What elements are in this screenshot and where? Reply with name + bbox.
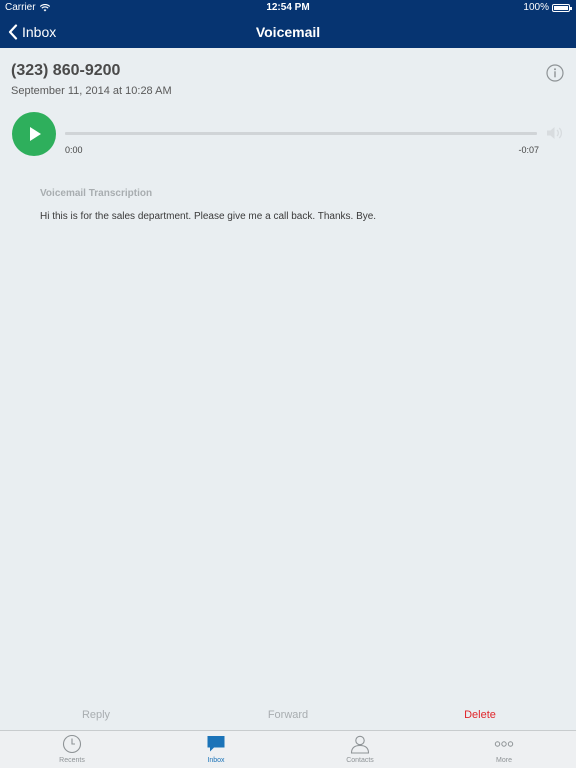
tab-recents[interactable]: Recents [0,731,144,768]
tab-bar: Recents Inbox Contacts More [0,730,576,768]
time-elapsed: 0:00 [65,145,83,155]
nav-bar: Voicemail Inbox [0,16,576,48]
tab-more-label: More [496,757,512,764]
tab-recents-label: Recents [59,757,85,764]
page-title: Voicemail [255,24,321,40]
back-button[interactable]: Inbox [8,20,56,44]
status-battery: 100% [523,0,572,16]
person-icon [350,735,370,754]
more-dots-icon [494,741,514,747]
info-icon[interactable] [546,64,564,82]
time-remaining: -0:07 [518,145,539,155]
header: Carrier 12:54 PM 100% Voicemail Inbox [0,0,576,48]
battery-icon [552,4,572,12]
tab-contacts[interactable]: Contacts [288,731,432,768]
transcription-label: Voicemail Transcription [40,188,153,199]
volume-icon[interactable] [546,125,564,141]
reply-button[interactable]: Reply [40,700,152,730]
back-button-label: Inbox [22,24,57,40]
play-icon [30,127,41,141]
playback-scrubber[interactable] [65,132,537,135]
tab-inbox-label: Inbox [207,757,225,764]
forward-button[interactable]: Forward [232,700,344,730]
chevron-left-icon [8,24,18,40]
chat-bubble-icon [207,736,225,752]
status-time: 12:54 PM [266,2,310,13]
voicemail-date: September 11, 2014 at 10:28 AM [11,85,172,97]
clock-icon [62,734,82,754]
status-bar: Carrier 12:54 PM 100% [0,0,576,16]
tab-inbox[interactable]: Inbox [144,731,288,768]
tab-contacts-label: Contacts [346,757,374,764]
delete-button[interactable]: Delete [424,700,536,730]
transcription-text: Hi this is for the sales department. Ple… [40,211,377,222]
play-button[interactable] [12,112,56,156]
phone-number: (323) 860-9200 [11,62,121,79]
action-bar: Reply Forward Delete [0,700,576,730]
tab-more[interactable]: More [432,731,576,768]
battery-percent: 100% [523,2,549,13]
